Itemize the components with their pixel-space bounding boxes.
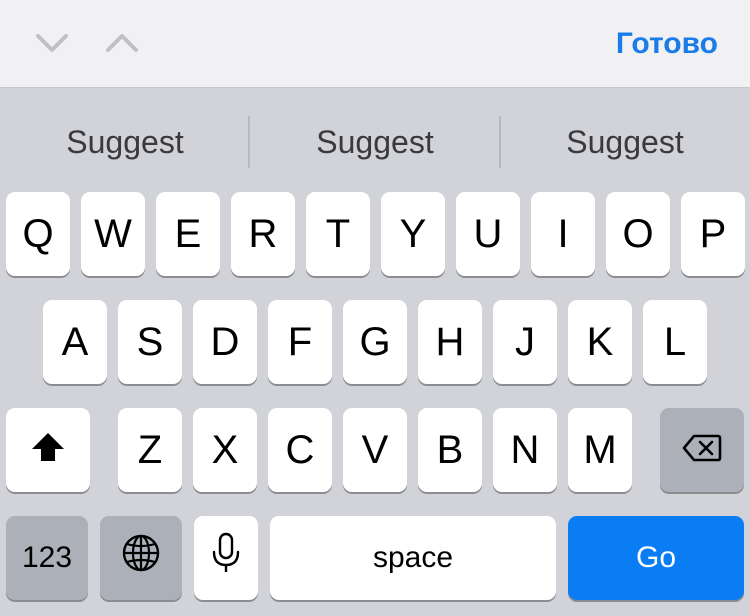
key-b[interactable]: B [418,408,482,492]
key-w[interactable]: W [81,192,145,276]
suggestion-1[interactable]: Suggest [0,88,250,196]
space-key[interactable]: space [270,516,556,600]
key-f[interactable]: F [268,300,332,384]
key-e[interactable]: E [156,192,220,276]
go-key[interactable]: Go [568,516,744,600]
suggestion-2[interactable]: Suggest [250,88,500,196]
key-r[interactable]: R [231,192,295,276]
suggestion-3[interactable]: Suggest [500,88,750,196]
dictation-key[interactable] [194,516,258,600]
keyboard-accessory-toolbar: Готово [0,0,750,88]
key-x[interactable]: X [193,408,257,492]
backspace-icon [682,428,722,473]
key-p[interactable]: P [681,192,745,276]
key-h[interactable]: H [418,300,482,384]
key-c[interactable]: C [268,408,332,492]
key-q[interactable]: Q [6,192,70,276]
shift-key[interactable] [6,408,90,492]
key-a[interactable]: A [43,300,107,384]
key-m[interactable]: M [568,408,632,492]
key-g[interactable]: G [343,300,407,384]
microphone-icon [211,532,241,584]
key-y[interactable]: Y [381,192,445,276]
key-v[interactable]: V [343,408,407,492]
key-u[interactable]: U [456,192,520,276]
chevron-up-icon[interactable] [104,28,140,60]
key-j[interactable]: J [493,300,557,384]
key-o[interactable]: O [606,192,670,276]
numbers-key[interactable]: 123 [6,516,88,600]
key-d[interactable]: D [193,300,257,384]
globe-key[interactable] [100,516,182,600]
key-k[interactable]: K [568,300,632,384]
key-l[interactable]: L [643,300,707,384]
shift-arrow-icon [30,428,66,473]
done-button[interactable]: Готово [616,22,718,66]
globe-icon [121,533,161,583]
chevron-down-icon[interactable] [34,28,70,60]
keyboard: Suggest Suggest Suggest Q W E R T Y U I … [0,88,750,616]
key-s[interactable]: S [118,300,182,384]
key-n[interactable]: N [493,408,557,492]
key-t[interactable]: T [306,192,370,276]
delete-key[interactable] [660,408,744,492]
key-i[interactable]: I [531,192,595,276]
key-z[interactable]: Z [118,408,182,492]
